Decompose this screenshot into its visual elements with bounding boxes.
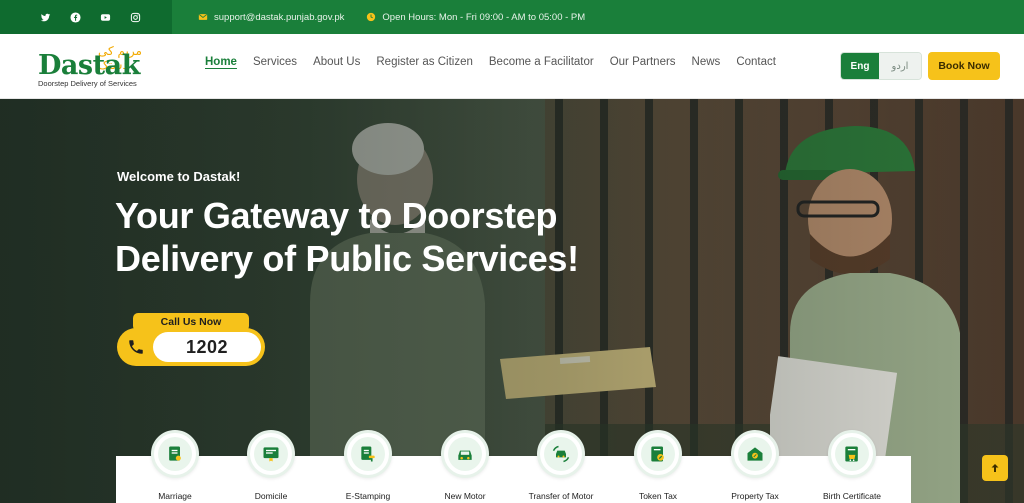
call-us-number[interactable]: 1202 (153, 332, 261, 362)
call-us-widget[interactable]: Call Us Now 1202 (117, 313, 267, 369)
hero-welcome: Welcome to Dastak! (117, 169, 241, 184)
service-token-tax[interactable]: Token Tax (610, 430, 706, 501)
nav-contact[interactable]: Contact (736, 56, 776, 68)
hero-headline: Your Gateway to Doorstep Delivery of Pub… (115, 195, 579, 279)
nav-news[interactable]: News (692, 56, 721, 68)
nav-about-us[interactable]: About Us (313, 56, 360, 68)
service-transfer-of-motor[interactable]: Transfer of Motor (513, 430, 609, 501)
clock-icon (367, 12, 376, 22)
main-nav: Home Services About Us Register as Citiz… (205, 56, 776, 68)
book-now-button[interactable]: Book Now (928, 52, 1000, 80)
email-text: support@dastak.punjab.gov.pk (214, 11, 345, 23)
twitter-icon[interactable] (38, 10, 52, 24)
nav-home[interactable]: Home (205, 56, 237, 68)
language-toggle: Eng اردو (840, 52, 922, 80)
service-domicile[interactable]: Domicile (223, 430, 319, 501)
service-e-stamping[interactable]: E-Stamping (320, 430, 416, 501)
logo-tagline: Doorstep Delivery of Services (38, 79, 137, 88)
transfer-motor-icon (552, 445, 570, 463)
arrow-up-icon (991, 464, 999, 472)
new-motor-icon (458, 450, 472, 460)
lang-english-button[interactable]: Eng (841, 53, 879, 79)
e-stamping-icon (361, 446, 375, 462)
top-bar: support@dastak.punjab.gov.pk Open Hours:… (0, 0, 1024, 34)
nav-services[interactable]: Services (253, 56, 297, 68)
social-links (0, 0, 172, 34)
facebook-icon[interactable] (68, 10, 82, 24)
hours-text: Open Hours: Mon - Fri 09:00 - AM to 05:0… (382, 11, 586, 23)
dastak-logo[interactable]: مریم کی دستک Dastak Doorstep Delivery of… (38, 44, 148, 90)
domicile-certificate-icon (263, 447, 279, 462)
nav-register-citizen[interactable]: Register as Citizen (376, 56, 473, 68)
token-tax-icon (651, 446, 664, 462)
youtube-icon[interactable] (98, 10, 112, 24)
phone-icon (129, 340, 143, 354)
call-us-label: Call Us Now (133, 313, 249, 331)
service-marriage[interactable]: Marriage (127, 430, 223, 501)
service-new-motor[interactable]: New Motor (417, 430, 513, 501)
hours-info: Open Hours: Mon - Fri 09:00 - AM to 05:0… (366, 12, 585, 23)
email-info[interactable]: support@dastak.punjab.gov.pk (198, 12, 344, 23)
service-property-tax[interactable]: Property Tax (707, 430, 803, 501)
property-tax-icon (747, 447, 763, 461)
mail-icon (198, 14, 208, 20)
nav-our-partners[interactable]: Our Partners (610, 56, 676, 68)
main-header: مریم کی دستک Dastak Doorstep Delivery of… (0, 34, 1024, 99)
marriage-certificate-icon (169, 446, 181, 461)
service-birth-certificate[interactable]: Birth Certificate (804, 430, 900, 501)
nav-become-facilitator[interactable]: Become a Facilitator (489, 56, 594, 68)
instagram-icon[interactable] (128, 10, 142, 24)
logo-wordmark: Dastak (38, 50, 140, 81)
lang-urdu-button[interactable]: اردو (879, 53, 921, 79)
scroll-to-top-button[interactable] (982, 455, 1008, 481)
birth-certificate-icon (845, 446, 858, 462)
services-strip: Marriage Domicile E-Stamping New Motor T… (116, 430, 911, 503)
contact-info: support@dastak.punjab.gov.pk Open Hours:… (172, 0, 1024, 34)
